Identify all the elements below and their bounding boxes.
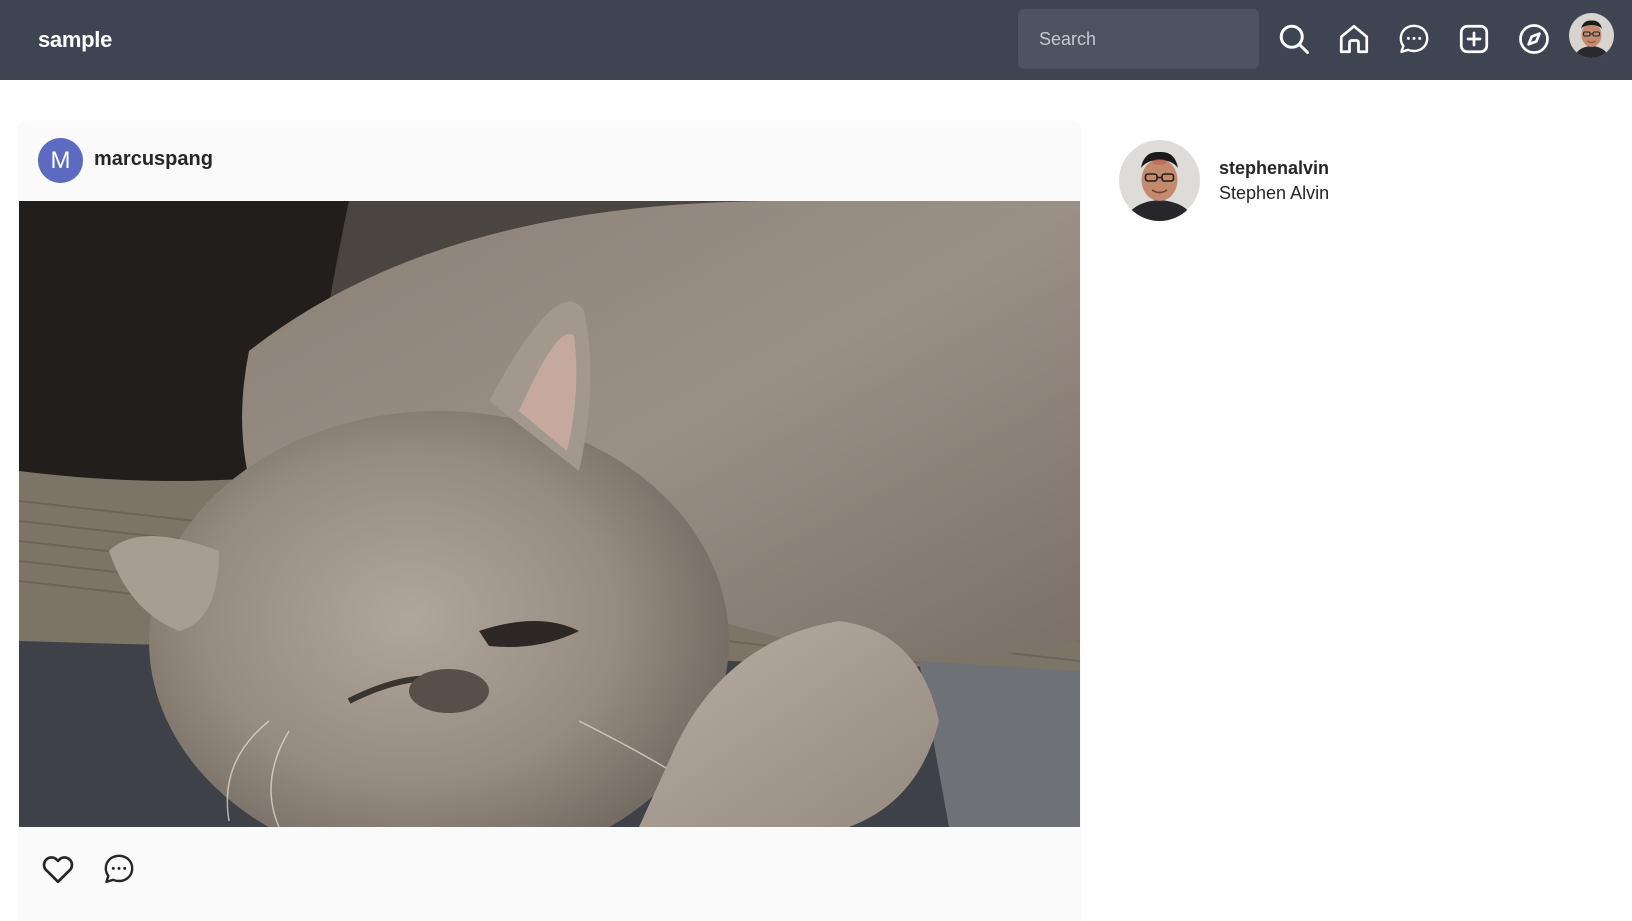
search-icon[interactable]: [1275, 20, 1313, 58]
profile-avatar[interactable]: [1569, 13, 1614, 58]
heart-icon[interactable]: [38, 849, 78, 889]
explore-icon[interactable]: [1515, 20, 1553, 58]
message-icon[interactable]: [1395, 20, 1433, 58]
sidebar-avatar[interactable]: [1119, 140, 1200, 221]
post-author-avatar[interactable]: M: [38, 138, 83, 183]
comment-icon[interactable]: [99, 849, 139, 889]
brand-logo[interactable]: sample: [38, 26, 112, 54]
post-card: M marcuspang: [19, 121, 1080, 921]
home-icon[interactable]: [1335, 20, 1373, 58]
post-author-username[interactable]: marcuspang: [94, 148, 213, 171]
sidebar-username[interactable]: stephenalvin: [1219, 158, 1329, 179]
sidebar-full-name: Stephen Alvin: [1219, 183, 1330, 203]
top-navbar: sample: [0, 0, 1632, 80]
add-post-icon[interactable]: [1455, 20, 1493, 58]
post-image[interactable]: [19, 201, 1080, 827]
search-input[interactable]: [1018, 9, 1259, 69]
